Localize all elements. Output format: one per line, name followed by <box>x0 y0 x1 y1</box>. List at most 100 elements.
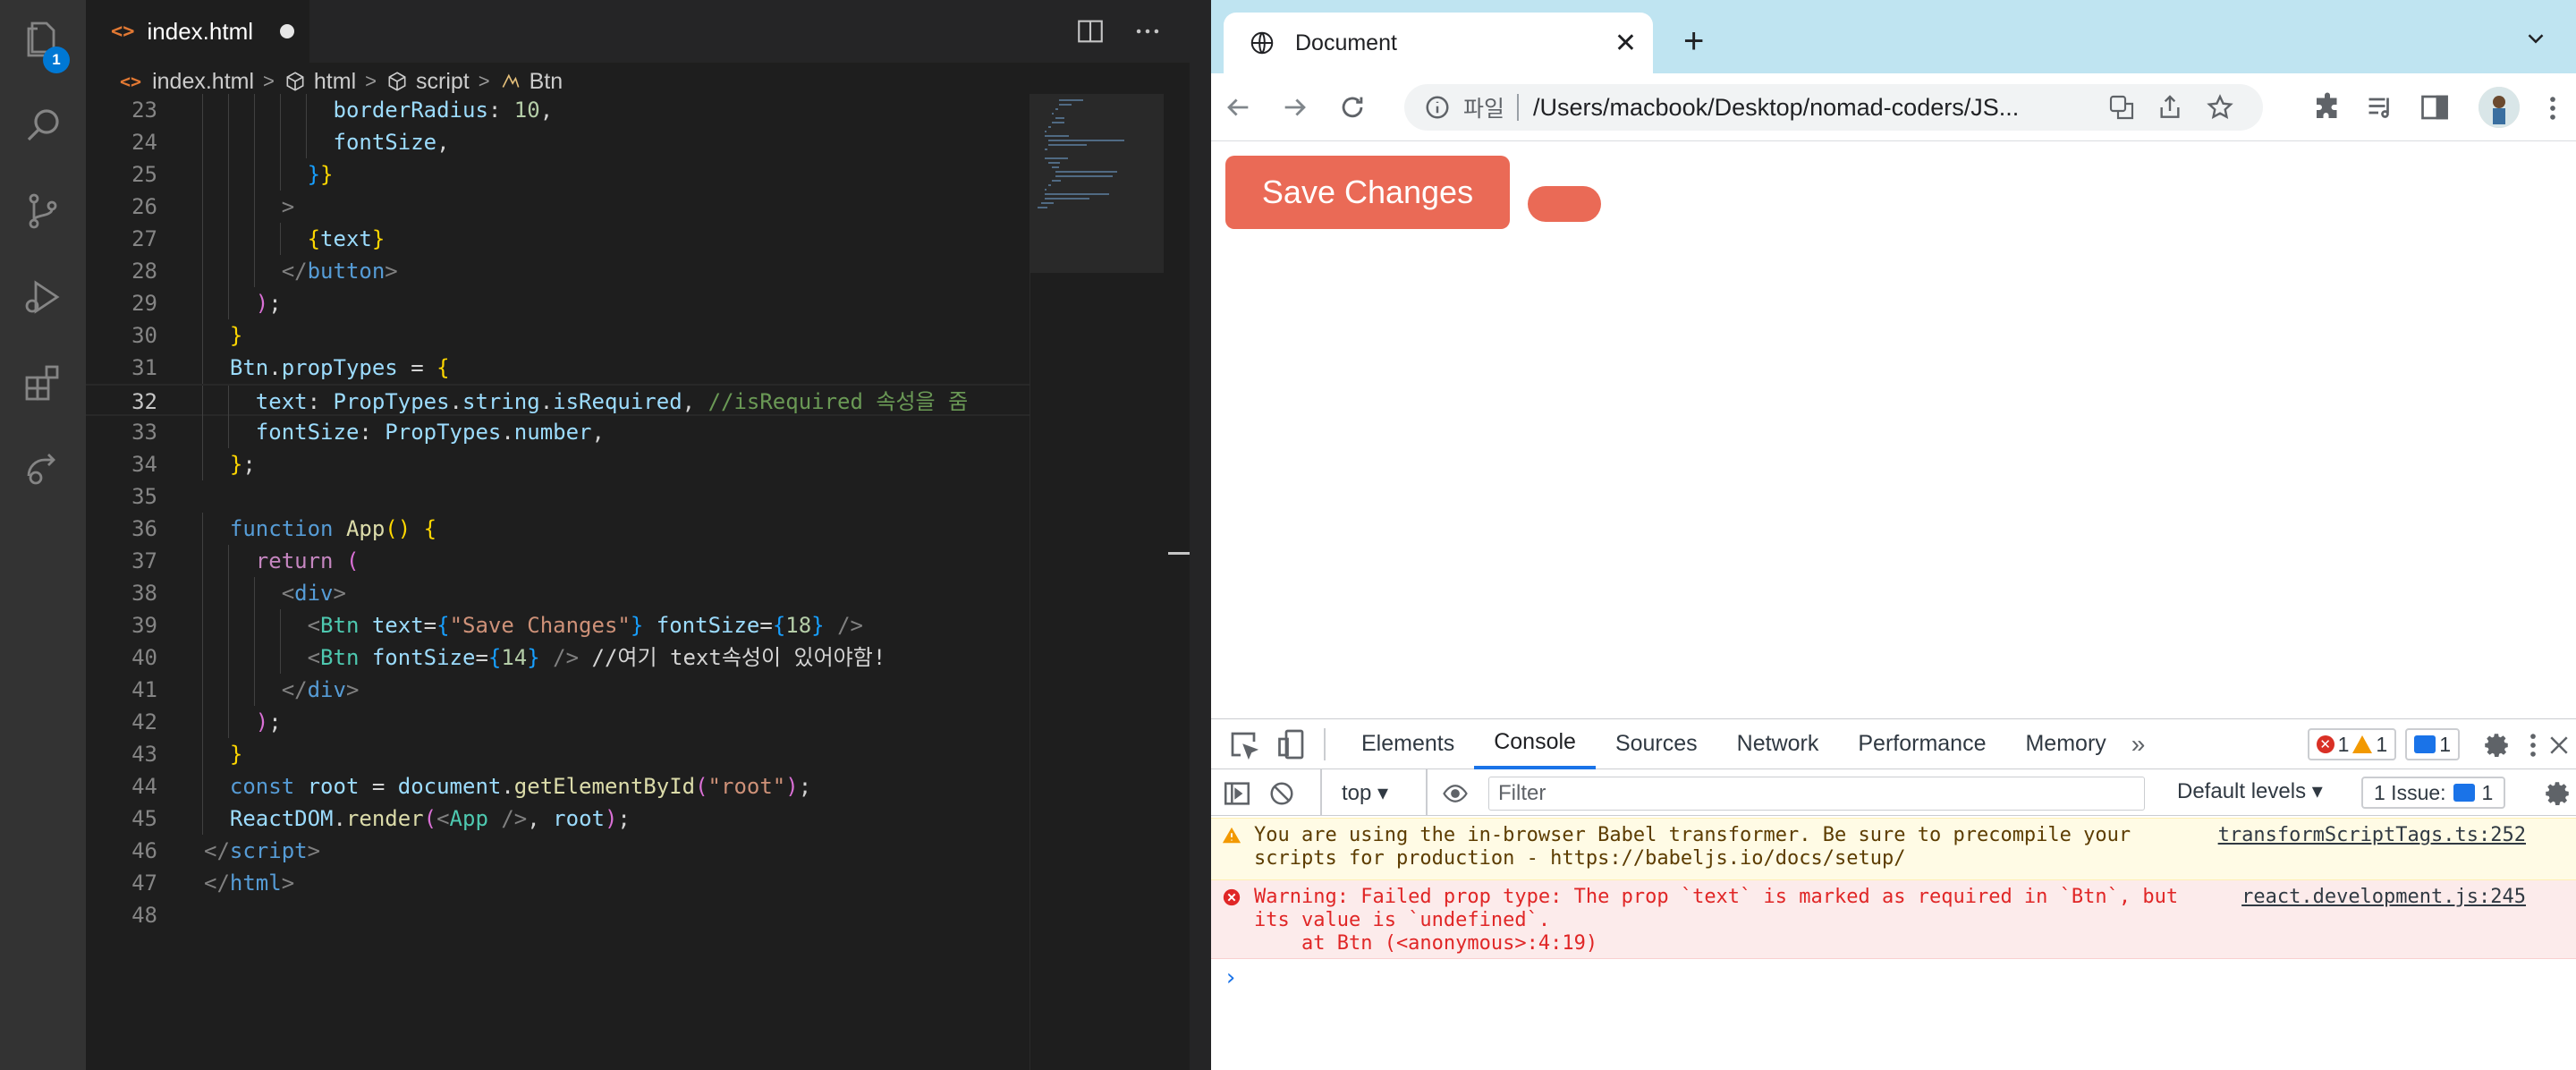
more-tabs-icon[interactable]: » <box>2131 730 2146 759</box>
tab-sources[interactable]: Sources <box>1596 719 1717 769</box>
code-line[interactable]: 38 <div> <box>86 577 1030 609</box>
address-bar[interactable]: 파일 /Users/macbook/Desktop/nomad-coders/J… <box>1404 84 2263 131</box>
minimap-line <box>1052 122 1065 123</box>
eye-icon[interactable] <box>1440 780 1470 807</box>
code-line[interactable]: 44 const root = document.getElementById("… <box>86 770 1030 802</box>
error-source-link[interactable]: react.development.js:245 <box>2241 886 2526 909</box>
device-toolbar-icon[interactable] <box>1275 728 1308 760</box>
code-line[interactable]: 31 Btn.propTypes = { <box>86 352 1030 384</box>
profile-avatar[interactable] <box>2479 87 2520 128</box>
kebab-menu-icon[interactable] <box>2544 93 2562 123</box>
reload-button[interactable] <box>1333 88 1372 127</box>
browser-tab[interactable]: Document ✕ <box>1224 13 1653 73</box>
log-levels-dropdown[interactable]: Default levels ▾ <box>2177 778 2323 804</box>
code-token: } <box>371 226 386 251</box>
code-line[interactable]: 26 > <box>86 191 1030 223</box>
settings-gear-icon[interactable] <box>2481 730 2512 760</box>
code-line[interactable]: 29); <box>86 287 1030 319</box>
back-button[interactable] <box>1218 88 1258 127</box>
devtools-menu-icon[interactable] <box>2526 730 2540 760</box>
console-warning-message[interactable]: You are using the in-browser Babel trans… <box>1211 818 2576 880</box>
code-line[interactable]: 34}; <box>86 448 1030 480</box>
code-line[interactable]: 32 text: PropTypes.string.isRequired, //i… <box>86 384 1030 418</box>
code-editor[interactable]: 23 borderRadius: 10, 24 fontSize, 25}} 26 >27{… <box>86 94 1030 1070</box>
error-warning-counter[interactable]: ✕ 1 1 <box>2307 728 2397 760</box>
code-line[interactable]: 35 <box>86 480 1030 513</box>
code-line[interactable]: 27 {text} <box>86 223 1030 255</box>
warning-source-link[interactable]: transformScriptTags.ts:252 <box>2218 824 2526 847</box>
tab-network[interactable]: Network <box>1717 719 1839 769</box>
function-icon <box>499 70 522 93</box>
code-line[interactable]: 41 </div> <box>86 674 1030 706</box>
code-token: : <box>359 420 386 445</box>
console-filter-input[interactable] <box>1488 777 2145 811</box>
context-selector[interactable]: top ▾ <box>1342 780 1388 806</box>
code-line[interactable]: 40 <Btn fontSize={14} /> //여기 text속성이 있어야… <box>86 641 1030 674</box>
extensions-icon[interactable] <box>21 361 64 404</box>
code-line[interactable]: 37 return ( <box>86 545 1030 577</box>
activity-bar: 1 <box>0 0 86 1070</box>
breadcrumb-item-btn[interactable]: Btn <box>530 69 564 95</box>
context-label: top <box>1342 781 1372 805</box>
issues-button[interactable]: 1 Issue: 1 <box>2361 777 2506 809</box>
chevron-down-icon[interactable] <box>2522 25 2549 52</box>
code-line[interactable]: 25}} <box>86 158 1030 191</box>
save-changes-button[interactable]: Save Changes <box>1225 156 1510 229</box>
code-line[interactable]: 46 </script> <box>86 835 1030 867</box>
more-actions-icon[interactable] <box>1132 16 1163 47</box>
tab-memory[interactable]: Memory <box>2005 719 2125 769</box>
remote-share-icon[interactable] <box>21 447 64 490</box>
console-error-message[interactable]: Warning: Failed prop type: The prop `tex… <box>1211 880 2576 959</box>
code-line[interactable]: 45 ReactDOM.render(<App />, root); <box>86 802 1030 835</box>
tab-performance[interactable]: Performance <box>1838 719 2005 769</box>
share-icon[interactable] <box>2156 93 2184 122</box>
editor-scrollbar[interactable] <box>1164 94 1190 1070</box>
url-text[interactable]: /Users/macbook/Desktop/nomad-coders/JS..… <box>1533 94 2079 122</box>
code-line[interactable]: 24 fontSize, <box>86 126 1030 158</box>
indent-guide <box>227 386 229 418</box>
run-debug-icon[interactable] <box>21 276 64 318</box>
side-panel-icon[interactable] <box>2419 91 2451 123</box>
new-tab-button[interactable]: + <box>1683 23 1704 59</box>
code-line[interactable]: 47 </html> <box>86 867 1030 899</box>
code-line[interactable]: 30} <box>86 319 1030 352</box>
info-counter[interactable]: 1 <box>2405 728 2460 760</box>
minimap-slider[interactable] <box>1030 94 1165 273</box>
console-settings-icon[interactable] <box>2542 778 2572 809</box>
tab-index-html[interactable]: <> index.html <box>86 0 309 63</box>
close-tab-icon[interactable]: ✕ <box>1614 28 1637 59</box>
code-line[interactable]: 48 <box>86 899 1030 931</box>
sidebar-toggle-icon[interactable] <box>1222 778 1252 809</box>
tab-elements[interactable]: Elements <box>1342 719 1474 769</box>
info-icon[interactable] <box>1424 94 1451 121</box>
breadcrumb-item-script[interactable]: script <box>416 69 470 95</box>
code-line[interactable]: 42); <box>86 706 1030 738</box>
code-line[interactable]: 36 function App() { <box>86 513 1030 545</box>
code-line[interactable]: 23 borderRadius: 10, <box>86 94 1030 126</box>
inspect-element-icon[interactable] <box>1227 728 1259 760</box>
unsaved-dot-icon[interactable] <box>280 24 294 38</box>
code-line[interactable]: 33 fontSize: PropTypes.number, <box>86 416 1030 448</box>
search-icon[interactable] <box>21 104 64 147</box>
breadcrumb-item-file[interactable]: index.html <box>152 69 254 95</box>
source-control-icon[interactable] <box>21 190 64 233</box>
breadcrumb-item-html[interactable]: html <box>314 69 356 95</box>
clear-console-icon[interactable] <box>1268 780 1295 807</box>
code-line[interactable]: 28 </button> <box>86 255 1030 287</box>
console-prompt-icon[interactable]: › <box>1224 964 1238 991</box>
empty-text-button[interactable] <box>1528 186 1601 222</box>
forward-button[interactable] <box>1275 88 1315 127</box>
tab-console[interactable]: Console <box>1474 719 1596 769</box>
code-token: } <box>229 452 243 477</box>
translate-icon[interactable] <box>2107 93 2136 122</box>
code-line[interactable]: 43} <box>86 738 1030 770</box>
close-devtools-icon[interactable] <box>2546 730 2572 760</box>
extensions-puzzle-icon[interactable] <box>2311 91 2343 123</box>
browser-toolbar: 파일 /Users/macbook/Desktop/nomad-coders/J… <box>1211 73 2576 141</box>
bookmark-star-icon[interactable] <box>2206 93 2234 122</box>
minimap[interactable] <box>1030 94 1165 1070</box>
split-editor-icon[interactable] <box>1075 16 1106 47</box>
indent-guide <box>253 641 255 674</box>
media-control-icon[interactable] <box>2365 91 2397 123</box>
code-line[interactable]: 39 <Btn text={"Save Changes"} fontSize={1… <box>86 609 1030 641</box>
